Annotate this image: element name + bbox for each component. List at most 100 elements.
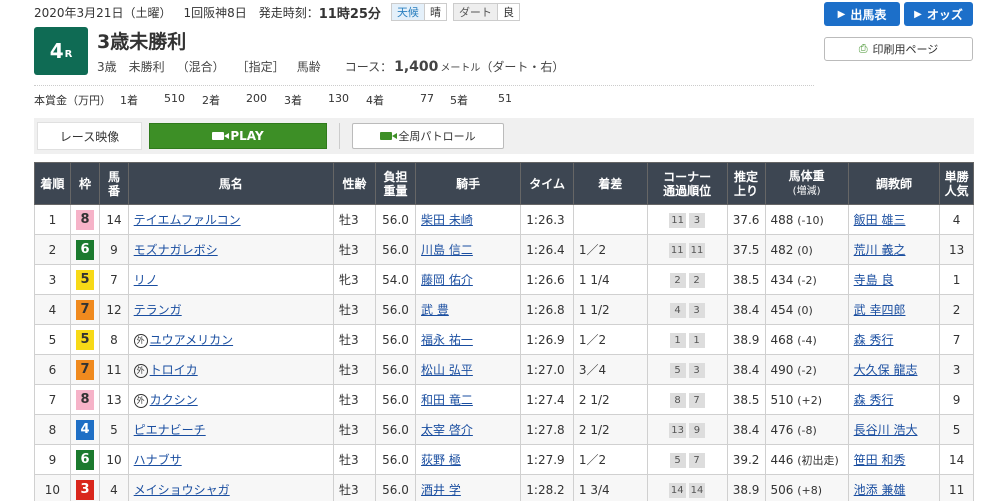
play-button-label: PLAY — [230, 129, 264, 143]
trainer-link[interactable]: 飯田 雄三 — [854, 213, 906, 227]
trainer-cell: 森 秀行 — [847, 384, 941, 415]
race-results-table: 着順 枠 馬番 馬名 性齢 負担 重量 騎手 タイム 着差 コーナー 通過順位 推定… — [34, 162, 974, 501]
waku-cell: 7 — [69, 294, 101, 325]
trainer-link[interactable]: 荒川 義之 — [854, 243, 906, 257]
sex-age-cell: 牡3 — [332, 234, 377, 265]
corner-position: 3 — [688, 302, 705, 318]
last-3f-cell: 38.4 — [726, 294, 766, 325]
trainer-link[interactable]: 笹田 和秀 — [854, 453, 906, 467]
horse-name-link[interactable]: カクシン — [150, 393, 198, 407]
waku-cell: 6 — [69, 444, 101, 475]
corner-position: 7 — [688, 452, 705, 468]
jockey-link[interactable]: 太宰 啓介 — [421, 423, 473, 437]
jockey-cell: 酒井 学 — [415, 474, 522, 501]
horse-weight-cell: 506 (+8) — [764, 474, 849, 501]
horse-weight: 488 — [770, 212, 794, 227]
race-number-suffix: R — [64, 48, 73, 60]
burden-cell: 56.0 — [375, 384, 417, 415]
horse-name-link[interactable]: テランガ — [134, 303, 182, 317]
sex-age-cell: 牡3 — [332, 204, 377, 235]
horse-weight: 446 — [770, 452, 794, 467]
last-3f-cell: 39.2 — [726, 444, 766, 475]
time-cell: 1:27.8 — [520, 414, 574, 445]
horse-number-cell: 8 — [99, 324, 129, 355]
waku-badge: 8 — [76, 209, 95, 230]
col-trainer: 調教師 — [847, 162, 941, 205]
sex-age-cell: 牡3 — [332, 414, 377, 445]
trainer-link[interactable]: 森 秀行 — [854, 333, 894, 347]
horse-name-link[interactable]: ユウアメリカン — [150, 333, 233, 347]
sex-age-cell: 牡3 — [332, 294, 377, 325]
corner-cell: 87 — [646, 384, 728, 415]
corner-cell: 22 — [646, 264, 728, 295]
start-time-label: 発走時刻： — [258, 5, 319, 20]
horse-name-link[interactable]: ハナブサ — [134, 453, 182, 467]
sex-age-cell: 牡3 — [332, 474, 377, 501]
patrol-video-button[interactable]: 全周パトロール — [352, 123, 504, 149]
trainer-link[interactable]: 長谷川 浩大 — [854, 423, 918, 437]
weight-diff: (-8) — [797, 423, 817, 437]
jockey-link[interactable]: 和田 竜二 — [421, 393, 473, 407]
trainer-link[interactable]: 大久保 龍志 — [854, 363, 918, 377]
jockey-link[interactable]: 酒井 学 — [421, 483, 461, 497]
jockey-link[interactable]: 川島 信二 — [421, 243, 473, 257]
last-3f-cell: 38.9 — [726, 324, 766, 355]
horse-name-cell: 外トロイカ — [127, 354, 334, 385]
col-horse-number: 馬番 — [99, 162, 129, 205]
corner-position: 14 — [688, 482, 706, 498]
jockey-link[interactable]: 福永 祐一 — [421, 333, 473, 347]
time-cell: 1:26.8 — [520, 294, 574, 325]
waku-cell: 8 — [69, 204, 101, 235]
track-label: ダート — [453, 4, 497, 20]
horse-name-link[interactable]: テイエムファルコン — [134, 213, 241, 227]
jockey-link[interactable]: 荻野 極 — [421, 453, 461, 467]
horse-weight-cell: 510 (+2) — [764, 384, 849, 415]
time-cell: 1:26.4 — [520, 234, 574, 265]
margin-cell: 3／4 — [572, 354, 648, 385]
play-video-button[interactable]: PLAY — [149, 123, 327, 149]
print-page-button[interactable]: ⎙ 印刷用ページ — [824, 37, 973, 61]
popularity-cell: 3 — [939, 354, 974, 385]
jockey-link[interactable]: 柴田 未崎 — [421, 213, 473, 227]
trainer-link[interactable]: 武 幸四郎 — [854, 303, 906, 317]
corner-position: 7 — [688, 392, 705, 408]
horse-name-cell: リノ — [127, 264, 334, 295]
horse-name-link[interactable]: リノ — [134, 273, 158, 287]
race-conditions: 3歳 未勝利 （混合） ［指定］ 馬齢 コース： 1,400 メートル （ダート… — [97, 58, 564, 75]
horse-name-link[interactable]: ピエナビーチ — [134, 423, 206, 437]
horse-name-link[interactable]: モズナガレボシ — [134, 243, 218, 257]
weather-value: 晴 — [423, 4, 446, 20]
trainer-cell: 長谷川 浩大 — [847, 414, 941, 445]
table-row: 10 3 4 メイショウシャガ 牡3 56.0 酒井 学 1:28.2 1 3/4 14 14 38.… — [34, 474, 974, 501]
horse-weight: 510 — [770, 392, 794, 407]
horse-number-cell: 9 — [99, 234, 129, 265]
race-date: 2020年3月21日（土曜） — [34, 5, 172, 20]
prize-amount: 51 — [498, 92, 512, 105]
horse-weight: 506 — [770, 482, 794, 497]
jockey-link[interactable]: 武 豊 — [421, 303, 449, 317]
trainer-link[interactable]: 寺島 良 — [854, 273, 894, 287]
jockey-link[interactable]: 藤岡 佑介 — [421, 273, 473, 287]
weight-diff: (-10) — [797, 213, 824, 227]
sex-age-cell: 牝3 — [332, 264, 377, 295]
rank-cell: 6 — [34, 354, 71, 385]
corner-position: 5 — [669, 362, 686, 378]
horse-name-link[interactable]: メイショウシャガ — [134, 483, 230, 497]
jockey-link[interactable]: 松山 弘平 — [421, 363, 473, 377]
col-sex-age: 性齢 — [332, 162, 377, 205]
trainer-link[interactable]: 池添 兼雄 — [854, 483, 906, 497]
odds-button[interactable]: ▶ オッズ — [904, 2, 973, 26]
col-popularity: 単勝 人気 — [939, 162, 974, 205]
corner-position: 9 — [688, 422, 705, 438]
jockey-cell: 川島 信二 — [415, 234, 522, 265]
prize-rank: 1着 — [120, 94, 138, 107]
horse-name-link[interactable]: トロイカ — [150, 363, 198, 377]
trainer-link[interactable]: 森 秀行 — [854, 393, 894, 407]
horse-number-cell: 13 — [99, 384, 129, 415]
prize-rank: 2着 — [202, 94, 220, 107]
entries-button[interactable]: ▶ 出馬表 — [824, 2, 900, 26]
trainer-cell: 武 幸四郎 — [847, 294, 941, 325]
distance-unit: メートル — [440, 63, 481, 74]
horse-weight-cell: 490 (-2) — [764, 354, 849, 385]
jockey-cell: 柴田 未崎 — [415, 204, 522, 235]
